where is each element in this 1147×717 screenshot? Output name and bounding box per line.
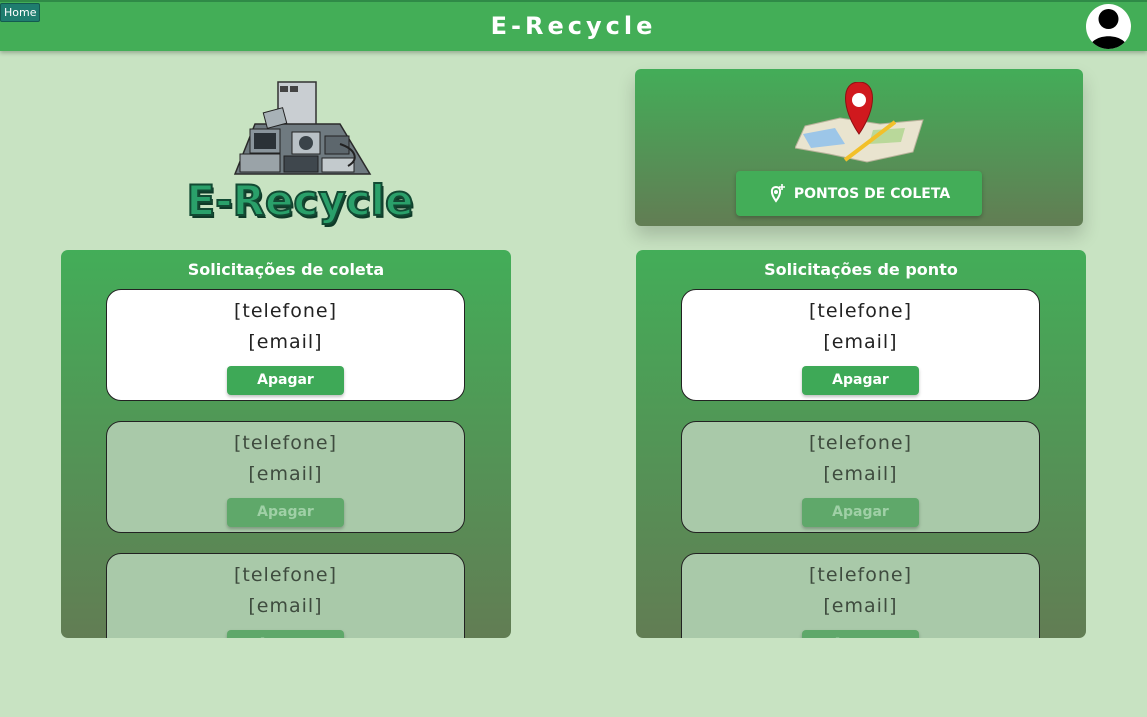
collection-points-button[interactable]: PONTOS DE COLETA [736,171,982,216]
delete-button[interactable]: Apagar [802,366,919,395]
top-navbar: Home E-Recycle [0,0,1147,51]
request-card: [telefone] [email] Apagar [681,553,1040,638]
request-phone: [telefone] [809,432,912,454]
logo-text: E-Recycle [185,175,414,226]
delete-button[interactable]: Apagar [227,630,344,638]
request-phone: [telefone] [809,564,912,586]
request-email: [email] [823,463,898,485]
request-email: [email] [248,331,323,353]
request-card: [telefone] [email] Apagar [681,289,1040,401]
point-requests-panel: Solicitações de ponto [telefone] [email]… [636,250,1086,638]
map-pin-icon [795,82,924,163]
request-email: [email] [248,595,323,617]
request-email: [email] [823,331,898,353]
add-location-icon [770,183,785,203]
request-card: [telefone] [email] Apagar [106,289,465,401]
request-card: [telefone] [email] Apagar [681,421,1040,533]
collection-requests-panel: Solicitações de coleta [telefone] [email… [61,250,511,638]
e-waste-pile-icon [233,81,372,175]
delete-button[interactable]: Apagar [802,630,919,638]
logo: E-Recycle [180,74,420,234]
app-title: E-Recycle [490,12,657,40]
request-card: [telefone] [email] Apagar [106,553,465,638]
user-avatar-icon[interactable] [1086,4,1131,49]
delete-button[interactable]: Apagar [802,498,919,527]
request-phone: [telefone] [234,564,337,586]
request-phone: [telefone] [234,432,337,454]
collection-points-card: PONTOS DE COLETA [635,69,1083,226]
request-card: [telefone] [email] Apagar [106,421,465,533]
collection-points-label: PONTOS DE COLETA [793,185,951,202]
panel-title: Solicitações de coleta [187,260,385,279]
delete-button[interactable]: Apagar [227,498,344,527]
request-email: [email] [823,595,898,617]
request-phone: [telefone] [234,300,337,322]
panel-title: Solicitações de ponto [764,260,958,279]
request-phone: [telefone] [809,300,912,322]
delete-button[interactable]: Apagar [227,366,344,395]
request-email: [email] [248,463,323,485]
